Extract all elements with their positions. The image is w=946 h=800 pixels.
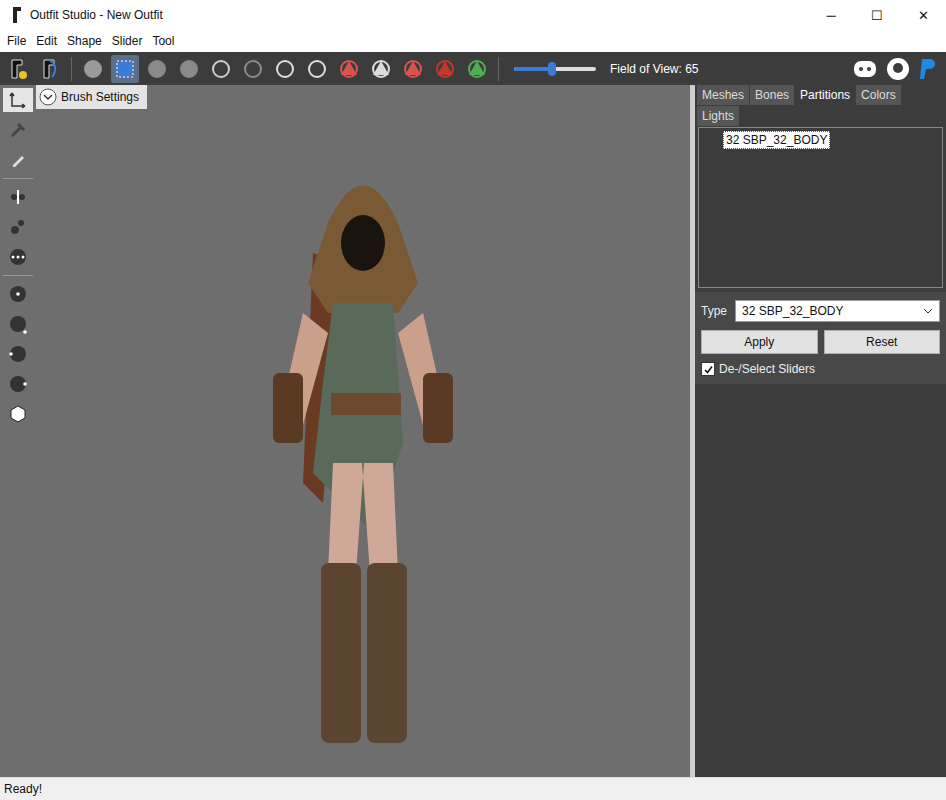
action-button[interactable]: Reset <box>824 330 941 354</box>
left-tool-button[interactable] <box>3 88 33 112</box>
github-icon[interactable] <box>886 57 910 81</box>
fov-label: Field of View: 65 <box>610 62 699 76</box>
type-select[interactable]: 32 SBP_32_BODY <box>735 300 940 322</box>
partition-list: 32 SBP_32_BODY <box>698 127 943 288</box>
dropdown-arrow-icon <box>923 308 933 314</box>
side-panel: MeshesBonesPartitionsColors Lights 32 SBP_… <box>695 85 946 777</box>
fov-slider[interactable] <box>514 61 596 77</box>
tool-icon <box>8 150 28 170</box>
tool-icon <box>8 120 28 140</box>
menu-item[interactable]: Tool <box>147 34 179 48</box>
tool-icon <box>8 90 28 110</box>
tab[interactable]: Partitions <box>795 85 855 105</box>
brush-tool-button[interactable] <box>335 55 363 83</box>
menu-item[interactable]: Edit <box>31 34 62 48</box>
file-tool-button[interactable] <box>4 55 32 83</box>
toolbar: Field of View: 65 <box>0 52 946 85</box>
brush-tool-button[interactable] <box>175 55 203 83</box>
brush-icon <box>402 58 424 80</box>
left-tool-button[interactable] <box>3 402 33 426</box>
brush-icon <box>338 58 360 80</box>
brush-icon <box>242 58 264 80</box>
left-tool-button[interactable] <box>3 342 33 366</box>
brush-icon <box>434 58 456 80</box>
title-bar: Outfit Studio - New Outfit ─☐✕ <box>0 0 946 30</box>
brush-icon <box>466 58 488 80</box>
brush-tool-button[interactable] <box>303 55 331 83</box>
brush-tool-button[interactable] <box>431 55 459 83</box>
window-title: Outfit Studio - New Outfit <box>30 8 163 22</box>
brush-icon <box>210 58 232 80</box>
tool-icon <box>8 284 28 304</box>
brush-tool-button[interactable] <box>399 55 427 83</box>
checkbox-label: De-/Select Sliders <box>719 362 815 376</box>
brush-icon <box>146 58 168 80</box>
left-tool-button[interactable] <box>3 282 33 306</box>
left-tool-button[interactable] <box>3 215 33 239</box>
menu-item[interactable]: Shape <box>62 34 107 48</box>
brush-icon <box>306 58 328 80</box>
brush-tool-button[interactable] <box>463 55 491 83</box>
checkbox-box[interactable] <box>701 362 715 376</box>
status-text: Ready! <box>4 782 42 796</box>
brush-settings-label: Brush Settings <box>61 90 139 104</box>
check-icon <box>703 364 714 375</box>
chevron-icon <box>39 88 57 106</box>
partition-item[interactable]: 32 SBP_32_BODY <box>723 131 830 149</box>
tab[interactable]: Meshes <box>697 85 749 105</box>
type-label: Type <box>701 304 727 318</box>
brush-icon <box>82 58 104 80</box>
brush-tool-button[interactable] <box>79 55 107 83</box>
tab[interactable]: Lights <box>697 106 739 126</box>
left-tool-button[interactable] <box>3 245 33 269</box>
outfit-logo-icon <box>38 57 62 81</box>
left-toolbar <box>0 85 36 777</box>
menu-item[interactable]: Slider <box>107 34 148 48</box>
tab[interactable]: Bones <box>750 85 794 105</box>
brush-tool-button[interactable] <box>367 55 395 83</box>
tool-icon <box>8 374 28 394</box>
tool-icon <box>8 344 28 364</box>
left-tool-button[interactable] <box>3 148 33 172</box>
tool-icon <box>8 247 28 267</box>
app-window: Outfit Studio - New Outfit ─☐✕ FileEditSha… <box>0 0 946 800</box>
left-tool-button[interactable] <box>3 372 33 396</box>
menu-bar: FileEditShapeSliderTool <box>0 30 946 52</box>
tool-icon <box>8 217 28 237</box>
paypal-icon[interactable] <box>918 57 938 81</box>
action-button[interactable]: Apply <box>701 330 818 354</box>
window-control[interactable]: ─ <box>808 8 854 23</box>
brush-icon <box>274 58 296 80</box>
menu-item[interactable]: File <box>2 34 31 48</box>
tool-icon <box>8 314 28 334</box>
brush-icon <box>370 58 392 80</box>
tab-bar: MeshesBonesPartitionsColors Lights <box>695 85 946 127</box>
left-tool-button[interactable] <box>3 118 33 142</box>
partition-properties: Type 32 SBP_32_BODY ApplyReset De-/Select S… <box>695 292 946 384</box>
brush-tool-button[interactable] <box>239 55 267 83</box>
left-tool-button[interactable] <box>3 312 33 336</box>
tool-icon <box>8 404 28 424</box>
app-logo-icon <box>10 6 24 24</box>
brush-settings-toggle[interactable]: Brush Settings <box>36 85 147 109</box>
brush-tool-button[interactable] <box>143 55 171 83</box>
sliders-checkbox[interactable]: De-/Select Sliders <box>701 362 940 376</box>
brush-icon <box>114 58 136 80</box>
outfit-logo-icon <box>6 57 30 81</box>
brush-tool-button[interactable] <box>271 55 299 83</box>
tool-icon <box>8 187 28 207</box>
status-bar: Ready! <box>0 777 946 800</box>
tab[interactable]: Colors <box>856 85 901 105</box>
left-tool-button[interactable] <box>3 185 33 209</box>
discord-icon[interactable] <box>852 58 878 80</box>
window-control[interactable]: ☐ <box>854 8 900 23</box>
brush-tool-button[interactable] <box>111 55 139 83</box>
model-render <box>243 133 483 753</box>
brush-icon <box>178 58 200 80</box>
window-control[interactable]: ✕ <box>900 8 946 23</box>
file-tool-button[interactable] <box>36 55 64 83</box>
brush-tool-button[interactable] <box>207 55 235 83</box>
3d-viewport[interactable]: Brush Settings <box>36 85 690 777</box>
